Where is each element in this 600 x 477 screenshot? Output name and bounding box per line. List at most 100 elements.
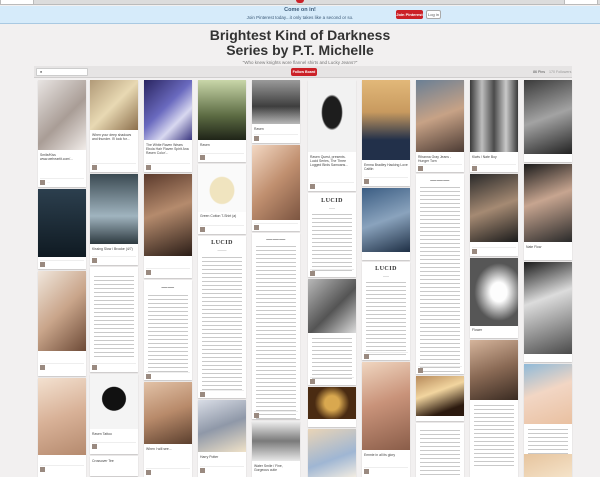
pin-caption: Kiwis / Nate Boy bbox=[472, 155, 497, 159]
pin-card[interactable] bbox=[470, 174, 518, 256]
pin-card[interactable] bbox=[38, 189, 86, 269]
pinterest-logo-icon[interactable] bbox=[296, 0, 304, 3]
pin-card[interactable]: Raven Tattoo bbox=[90, 374, 138, 454]
pin-card[interactable]: Nate Flow bbox=[524, 164, 572, 260]
avatar bbox=[310, 379, 315, 384]
pin-card[interactable] bbox=[362, 188, 410, 260]
pin-card[interactable]: LUCID ——— bbox=[198, 236, 246, 398]
pin-source bbox=[40, 260, 84, 267]
pin-image[interactable] bbox=[524, 454, 572, 477]
pin-card[interactable]: —— bbox=[144, 280, 192, 380]
pin-card[interactable]: Raven Quest, presents. Lucid Series, The… bbox=[308, 80, 356, 191]
pin-image[interactable] bbox=[362, 80, 410, 160]
board-owner-button[interactable]: ■ bbox=[36, 68, 88, 76]
pin-source bbox=[200, 225, 244, 232]
avatar bbox=[200, 392, 205, 397]
pin-image[interactable] bbox=[362, 362, 410, 450]
pin-image[interactable] bbox=[308, 387, 356, 419]
pin-card[interactable]: LUCID —— bbox=[362, 262, 410, 360]
pin-card[interactable] bbox=[38, 271, 86, 376]
banner-subtitle: Join Pinterest today...it only takes lik… bbox=[246, 15, 354, 20]
pin-image[interactable] bbox=[90, 374, 138, 429]
pin-image[interactable] bbox=[252, 421, 300, 461]
pin-card[interactable]: Crossover Tee bbox=[90, 456, 138, 476]
pin-image[interactable] bbox=[38, 271, 86, 351]
follow-board-button[interactable]: Follow Board bbox=[291, 68, 317, 76]
pin-image[interactable] bbox=[38, 189, 86, 257]
pin-card[interactable] bbox=[416, 376, 464, 421]
pin-source bbox=[364, 177, 408, 184]
pin-card[interactable]: When I will see... bbox=[144, 382, 192, 477]
pin-image[interactable] bbox=[416, 376, 464, 416]
pin-image[interactable] bbox=[470, 174, 518, 242]
pin-image[interactable] bbox=[308, 429, 356, 477]
avatar bbox=[364, 469, 369, 474]
pin-card[interactable]: Raven bbox=[198, 80, 246, 162]
pin-card[interactable] bbox=[308, 429, 356, 477]
pin-card[interactable] bbox=[524, 262, 572, 362]
pin-card[interactable] bbox=[416, 423, 464, 477]
pin-card[interactable]: Green Cotton T-Shirt (a) bbox=[198, 164, 246, 234]
pin-source bbox=[418, 164, 462, 171]
pin-card[interactable]: Flower bbox=[470, 258, 518, 338]
pin-image[interactable] bbox=[470, 340, 518, 400]
pin-card[interactable]: Emma Bradley Hacking Love Caitlin bbox=[362, 80, 410, 186]
pin-card[interactable]: The White Raven Wears Ebola Hair 'Raven … bbox=[144, 80, 192, 172]
pin-image[interactable] bbox=[524, 364, 572, 424]
pin-image[interactable] bbox=[362, 188, 410, 252]
pin-image[interactable] bbox=[144, 382, 192, 444]
pin-card[interactable]: Water Smile / Fine, Gorgeous cutie bbox=[252, 421, 300, 477]
pin-card[interactable] bbox=[524, 80, 572, 162]
pin-card[interactable]: ——— bbox=[416, 174, 464, 374]
pin-image[interactable] bbox=[524, 80, 572, 154]
log-in-button[interactable]: Log in bbox=[426, 10, 441, 19]
book-logo: LUCID bbox=[211, 240, 233, 246]
pin-card[interactable]: Emmie in all its glory bbox=[362, 362, 410, 477]
join-pinterest-button[interactable]: Join Pinterest bbox=[396, 10, 423, 19]
pins-count[interactable]: 86 Pins bbox=[533, 70, 545, 74]
pin-image[interactable] bbox=[198, 400, 246, 452]
pin-card[interactable]: ——— bbox=[252, 233, 300, 419]
pin-image[interactable] bbox=[252, 80, 300, 124]
pin-card[interactable]: Smile/Kiss www.weheartit.com/... ··· bbox=[38, 80, 86, 187]
pin-image[interactable] bbox=[308, 279, 356, 333]
pin-image[interactable] bbox=[38, 378, 86, 455]
board-owner-avatar: ■ bbox=[40, 70, 43, 74]
pin-card[interactable] bbox=[524, 364, 572, 477]
pin-card[interactable] bbox=[90, 267, 138, 372]
pin-image[interactable] bbox=[198, 80, 246, 140]
pin-card[interactable]: Kissing Slow / Brooke (4/7) bbox=[90, 174, 138, 265]
pin-image[interactable] bbox=[416, 80, 464, 152]
pin-card[interactable]: LUCID —— bbox=[308, 193, 356, 277]
pin-card[interactable] bbox=[308, 387, 356, 427]
pin-source bbox=[310, 182, 354, 189]
pin-image[interactable] bbox=[470, 80, 518, 152]
pin-card[interactable] bbox=[470, 340, 518, 477]
signup-button[interactable] bbox=[564, 0, 598, 5]
pin-image[interactable] bbox=[470, 258, 518, 326]
pin-card[interactable]: Rihanna Gray Jeans - Hunger Torn bbox=[416, 80, 464, 172]
pin-image[interactable] bbox=[198, 164, 246, 212]
pin-card[interactable] bbox=[144, 174, 192, 278]
pin-image[interactable] bbox=[524, 262, 572, 354]
pin-card[interactable] bbox=[252, 145, 300, 231]
pin-image[interactable] bbox=[90, 80, 138, 130]
followers-count[interactable]: 170 Followers bbox=[549, 70, 571, 74]
pin-card[interactable]: Harry Potter bbox=[198, 400, 246, 477]
pin-image[interactable] bbox=[252, 145, 300, 220]
search-box[interactable] bbox=[0, 0, 34, 5]
pin-source bbox=[92, 163, 136, 170]
pin-card[interactable] bbox=[38, 378, 86, 477]
pin-image[interactable] bbox=[524, 164, 572, 242]
pin-card[interactable]: Kiwis / Nate Boy bbox=[470, 80, 518, 172]
pin-card[interactable] bbox=[308, 279, 356, 385]
pin-image[interactable] bbox=[144, 80, 192, 140]
pin-image[interactable] bbox=[38, 80, 86, 150]
pin-image[interactable] bbox=[144, 174, 192, 256]
pin-source bbox=[92, 363, 136, 370]
pin-image[interactable] bbox=[90, 174, 138, 244]
pin-card[interactable]: Raven bbox=[252, 80, 300, 143]
avatar bbox=[364, 179, 369, 184]
pin-card[interactable]: When your deep shadows and thunder. I'll… bbox=[90, 80, 138, 172]
pin-image[interactable] bbox=[308, 80, 356, 152]
